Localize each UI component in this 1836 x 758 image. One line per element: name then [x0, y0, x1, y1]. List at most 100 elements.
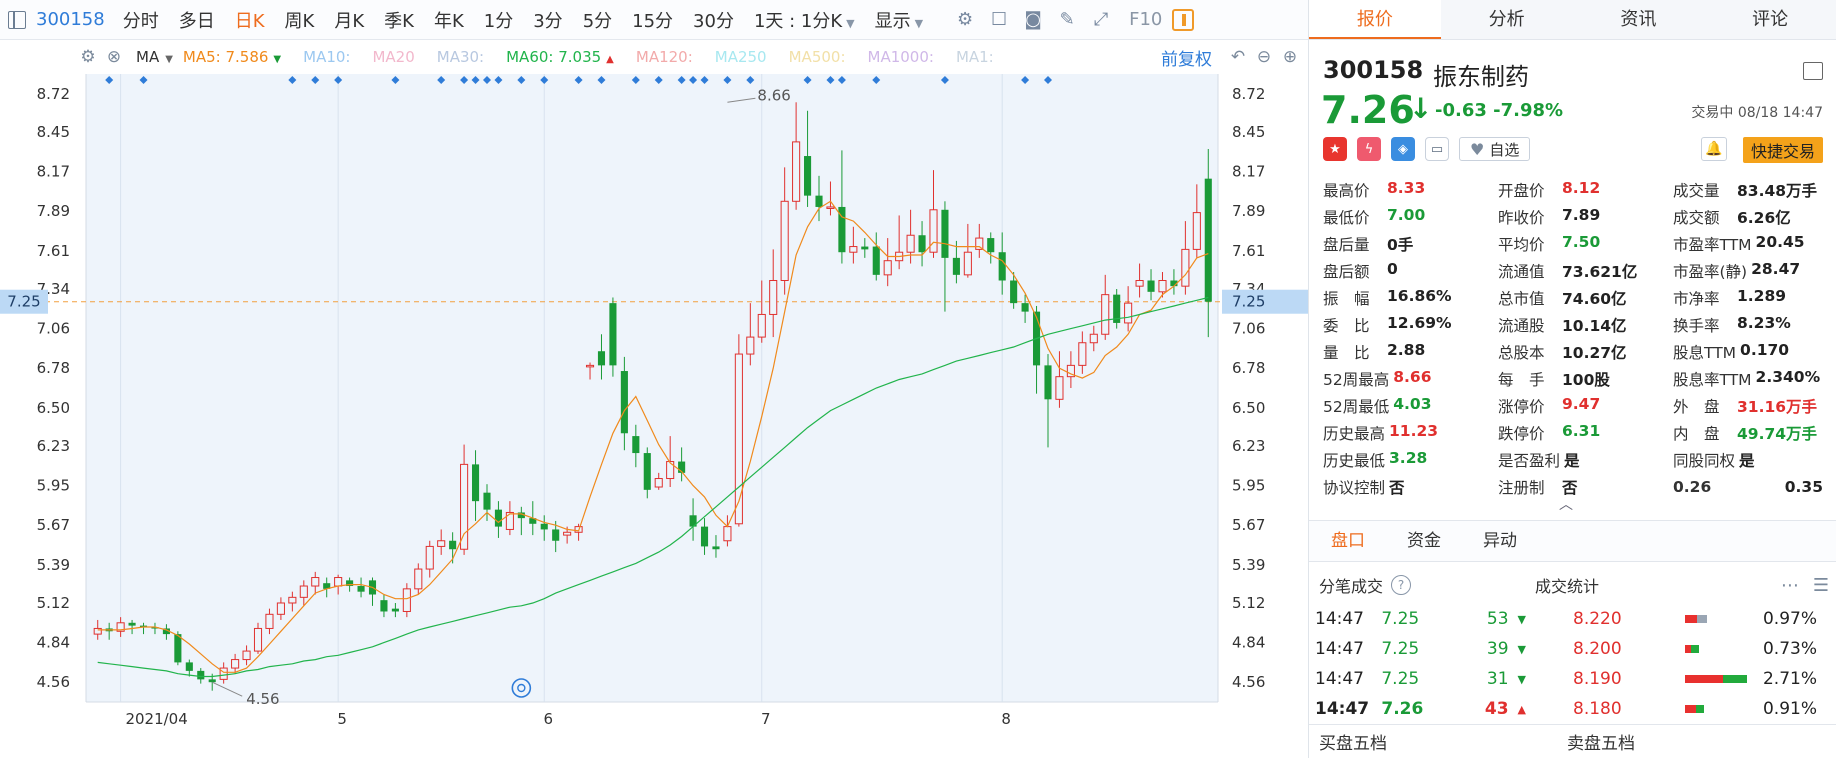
tab-sub-0[interactable]: 盘口 [1331, 520, 1365, 562]
stock-code[interactable]: 300158 [36, 9, 105, 30]
candle-body-up [460, 463, 469, 550]
indicator-select[interactable]: MA ▼ [136, 48, 173, 66]
help-icon[interactable]: ? [1391, 575, 1412, 595]
y-tick-label-left: 5.39 [37, 556, 70, 574]
tab-timeframe[interactable]: 周K [285, 7, 315, 33]
tab-timeframe[interactable]: 月K [334, 7, 364, 33]
candle-body-up [231, 659, 240, 669]
dist-bar-segment [1685, 675, 1724, 683]
stat-cell: 股息率TTM 2.340% [1673, 368, 1823, 390]
stat-label: 委 比 [1323, 316, 1370, 335]
tab-timeframe[interactable]: 5分 [583, 7, 612, 33]
dist-bar-segment [1723, 675, 1747, 683]
stat-cell: 盘后量 0手 [1323, 233, 1498, 255]
more-icon[interactable]: ⋯ [1781, 575, 1799, 596]
tab-timeframe[interactable]: 年K [434, 7, 464, 33]
stat-cell: 注册制否 [1498, 476, 1673, 498]
candle-body-down [1044, 365, 1052, 400]
adjust-button[interactable]: 前复权 [1161, 45, 1212, 70]
stats-row: 振 幅 16.86% 总市值 74.60亿 市净率 1.289 [1323, 284, 1833, 311]
layout-toggle-icon[interactable] [1172, 8, 1195, 31]
camera-icon[interactable]: ◙ [1021, 8, 1045, 32]
ma-item[interactable]: MA250 [715, 48, 767, 66]
stat-cell: 52周最低 4.03 [1323, 395, 1498, 417]
tab-timeframe[interactable]: 30分 [693, 7, 734, 33]
tab-timeframe[interactable]: 3分 [533, 7, 562, 33]
ma-item[interactable]: MA30: [437, 48, 484, 66]
tab-sub-2[interactable]: 异动 [1483, 520, 1517, 562]
stat-label: 52周最高 [1323, 370, 1390, 389]
period-select[interactable]: 1天 : 1分K ▼ [754, 7, 855, 33]
tab-timeframe[interactable]: 1分 [484, 7, 513, 33]
bookmark-icon[interactable]: ▭ [1425, 137, 1449, 161]
stats-row: 历史最高 11.23 跌停价 6.31 内 盘 49.74万手 [1323, 419, 1833, 446]
ma-item[interactable]: MA10: [303, 48, 350, 66]
y-tick-label-right: 6.23 [1232, 437, 1265, 455]
y-tick-label-left: 5.95 [37, 477, 70, 495]
stat-value: 8.66 [1393, 367, 1432, 386]
fullscreen-icon[interactable]: ⤢ [1089, 8, 1113, 32]
ma-item[interactable]: MA5: 7.586 ▼ [183, 48, 281, 66]
lightning-icon[interactable]: ϟ [1357, 137, 1381, 161]
quick-trade-button[interactable]: 快捷交易 [1742, 137, 1823, 163]
ma-item[interactable]: MA500: [789, 48, 846, 66]
stat-value: 12.69% [1387, 313, 1452, 332]
tab-timeframe[interactable]: 分时 [123, 7, 159, 33]
tag-icon[interactable]: ◈ [1391, 137, 1415, 161]
stat-value: 74.60亿 [1562, 289, 1627, 308]
list-icon[interactable]: ☰ [1813, 575, 1829, 596]
candle-body-up [1089, 333, 1098, 344]
pencil-icon[interactable]: ✎ [1055, 8, 1079, 32]
dist-bar-segment [1685, 615, 1698, 623]
kline-svg[interactable]: 8.72 8.72 8.45 8.45 8.17 8.17 7.89 7.89 7.61 7.61… [0, 72, 1308, 732]
dist-bar [1685, 645, 1747, 653]
tick-v: 43 [1484, 699, 1509, 719]
ma-item-label: MA1000: [867, 48, 934, 66]
y-tick-label-left: 6.23 [37, 437, 70, 455]
ma-item-label: MA1: [955, 48, 994, 66]
candle-body-up [1078, 342, 1087, 366]
ma-item[interactable]: MA1: [956, 48, 994, 66]
candle-body-down [700, 526, 709, 547]
add-watchlist-button[interactable]: ♥ 自选 [1459, 137, 1531, 161]
candle-body-up [93, 627, 102, 635]
zoom-in-icon[interactable]: ⊕ [1280, 47, 1300, 67]
chevron-up-icon[interactable]: ︿ [1559, 494, 1573, 514]
tab-timeframe[interactable]: 15分 [632, 7, 673, 33]
square-icon[interactable]: ☐ [987, 8, 1011, 32]
stat-value: 8.12 [1562, 178, 1601, 197]
gear-icon[interactable]: ⚙ [78, 47, 98, 67]
bell-icon[interactable]: 🔔 [1701, 137, 1727, 161]
tab-timeframe[interactable]: 多日 [179, 7, 215, 33]
close-icon[interactable]: ⊗ [104, 47, 124, 67]
stat-cell: 平均价 7.50 [1498, 233, 1673, 255]
candle-body-up [734, 353, 743, 525]
ticks-title: 分笔成交 [1319, 577, 1384, 596]
price-change: -0.63 -7.98% [1435, 100, 1564, 121]
stat-value: 1.289 [1737, 286, 1787, 305]
undo-icon[interactable]: ↶ [1228, 47, 1248, 67]
order-book-labels: 买盘五档 卖盘五档 [1309, 724, 1836, 758]
y-tick-label-left: 8.45 [37, 123, 70, 141]
ma-item[interactable]: MA20 [372, 48, 414, 66]
gear-icon[interactable]: ⚙ [953, 8, 977, 32]
tab-sub-1[interactable]: 资金 [1407, 520, 1441, 562]
dist-bar-segment [1685, 705, 1697, 713]
arrow-down-icon: ↓ [1409, 92, 1433, 125]
tab-timeframe[interactable]: 日K [235, 7, 265, 33]
dist-bar-segment [1696, 705, 1704, 713]
panel-toggle-icon[interactable] [8, 10, 26, 29]
f10-button[interactable]: F10 [1129, 9, 1162, 30]
stat-cell: 最低价 7.00 [1323, 206, 1498, 228]
display-menu[interactable]: 显示 ▼ [875, 7, 923, 33]
stat-label: 是否盈利 [1498, 451, 1561, 470]
ma-item[interactable]: MA60: 7.035 ▲ [506, 48, 614, 66]
quote-panel: 报价 分析 资讯 评论 300158 振东制药 7.26 ↓ -0.63 -7.98%… [1308, 0, 1836, 758]
kline-chart[interactable]: 8.72 8.72 8.45 8.45 8.17 8.17 7.89 7.89 7.61 7.61… [0, 72, 1308, 732]
zoom-out-icon[interactable]: ⊖ [1254, 47, 1274, 67]
ma-item[interactable]: MA120: [636, 48, 693, 66]
tab-timeframe[interactable]: 季K [384, 7, 414, 33]
ma-item[interactable]: MA1000: [868, 48, 934, 66]
sidebar-toggle-icon[interactable] [1803, 62, 1823, 80]
y-tick-label-left: 6.50 [37, 399, 70, 417]
